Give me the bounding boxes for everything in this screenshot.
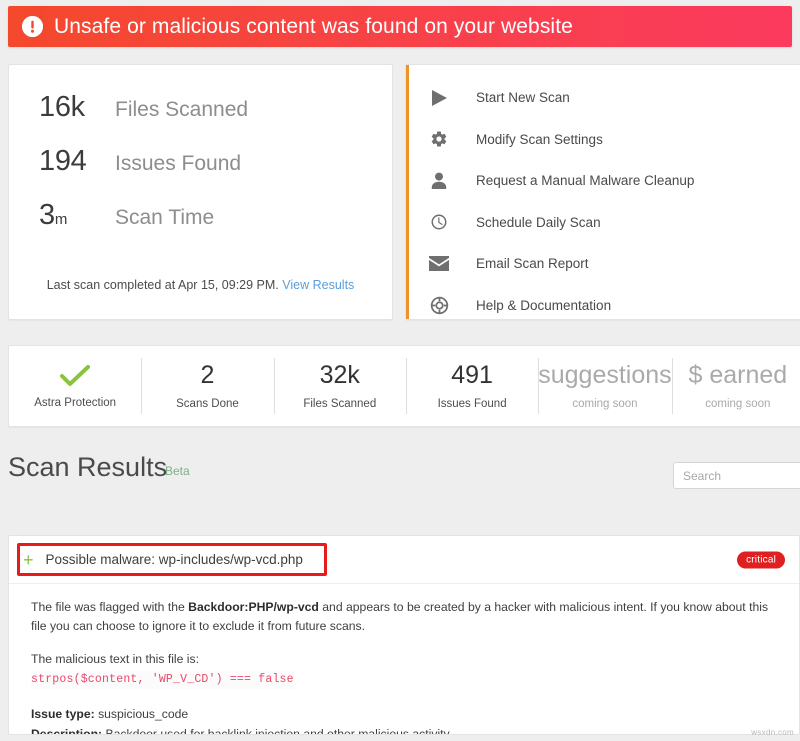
summary-stat-label: Files Scanned: [115, 98, 249, 121]
strip-cell-astra-protection: Astra Protection: [9, 358, 141, 414]
strip-cell-scans-done: 2 Scans Done: [141, 358, 273, 414]
summary-stat-value: 16k: [39, 91, 85, 123]
action-modify-scan-settings[interactable]: Modify Scan Settings: [406, 119, 800, 161]
action-label: Email Scan Report: [476, 256, 589, 272]
clock-icon: [426, 210, 452, 234]
strip-value: $ earned: [688, 360, 788, 389]
strip-cell-issues-found: 491 Issues Found: [405, 358, 538, 414]
summary-stat-label: Issues Found: [115, 152, 242, 175]
strip-label: Files Scanned: [303, 398, 377, 411]
rail-accent-orange: [406, 65, 409, 319]
action-help-documentation[interactable]: Help & Documentation: [406, 285, 800, 320]
action-request-manual-cleanup[interactable]: Request a Manual Malware Cleanup: [406, 160, 800, 202]
summary-stat-value: 3m: [39, 199, 68, 231]
alert-message: Unsafe or malicious content was found on…: [54, 14, 573, 38]
malicious-code-snippet: strpos($content, 'WP_V_CD') === false: [31, 670, 294, 689]
scan-results-card: + Possible malware: wp-includes/wp-vcd.p…: [8, 535, 800, 735]
strip-label: coming soon: [572, 398, 638, 411]
alert-banner: Unsafe or malicious content was found on…: [8, 6, 792, 47]
page-title: Scan Results: [8, 452, 168, 482]
summary-stat-label: Scan Time: [115, 206, 215, 229]
action-label: Schedule Daily Scan: [476, 214, 601, 230]
strip-value: 491: [451, 360, 493, 389]
person-icon: [426, 169, 452, 193]
strip-cell-files-scanned: 32k Files Scanned: [273, 358, 406, 414]
strip-label: Astra Protection: [34, 396, 117, 409]
gear-icon: [426, 127, 452, 151]
malicious-text-intro: The malicious text in this file is:: [31, 651, 199, 666]
action-label: Help & Documentation: [476, 297, 612, 313]
issue-type-line: Issue type: suspicious_code: [31, 705, 777, 724]
envelope-icon: [426, 252, 452, 276]
summary-stat-issues-found: 194 Issues Found: [9, 145, 392, 178]
issue-row[interactable]: + Possible malware: wp-includes/wp-vcd.p…: [9, 536, 799, 584]
view-results-link[interactable]: View Results: [282, 278, 354, 292]
action-start-new-scan[interactable]: Start New Scan: [406, 77, 800, 119]
scan-results-header: Scan Results Beta: [8, 452, 800, 508]
action-label: Request a Manual Malware Cleanup: [476, 173, 695, 189]
last-scan-info: Last scan completed at Apr 15, 09:29 PM.…: [9, 278, 392, 292]
action-label: Modify Scan Settings: [476, 131, 603, 147]
summary-stat-scan-time: 3m Scan Time: [9, 199, 392, 232]
action-label: Start New Scan: [476, 90, 570, 106]
strip-label: Scans Done: [176, 398, 239, 411]
issue-title: Possible malware: wp-includes/wp-vcd.php: [45, 552, 303, 567]
summary-stat-value: 194: [39, 145, 87, 177]
action-schedule-daily-scan[interactable]: Schedule Daily Scan: [406, 202, 800, 244]
expand-issue-icon[interactable]: +: [23, 551, 34, 569]
play-icon: [426, 86, 452, 110]
beta-badge: Beta: [165, 464, 190, 478]
green-check-icon: [9, 364, 141, 388]
strip-value: 2: [200, 360, 215, 389]
strip-cell-suggestions: suggestions coming soon: [538, 358, 672, 414]
summary-stat-files-scanned: 16k Files Scanned: [9, 91, 392, 124]
description-label: Description:: [31, 727, 103, 735]
exclamation-circle-icon: [22, 16, 43, 37]
issue-description: The file was flagged with the Backdoor:P…: [31, 600, 769, 633]
strip-label: Issues Found: [437, 398, 507, 411]
watermark: wsxdn.com: [751, 728, 794, 737]
quick-actions-card: Start New Scan Modify Scan Settings Requ…: [405, 64, 800, 320]
issue-type-value: suspicious_code: [98, 706, 189, 721]
lifebuoy-icon: [426, 293, 452, 317]
strip-value: suggestions: [538, 360, 672, 389]
scan-summary-card: 16k Files Scanned 194 Issues Found 3m Sc…: [8, 64, 393, 320]
stats-strip: Astra Protection 2 Scans Done 32k Files …: [8, 345, 800, 427]
strip-value: 32k: [319, 360, 360, 389]
action-email-scan-report[interactable]: Email Scan Report: [406, 243, 800, 285]
issue-type-label: Issue type:: [31, 706, 95, 721]
search-input[interactable]: [673, 462, 800, 489]
page-root: Unsafe or malicious content was found on…: [0, 0, 800, 741]
strip-cell-earned: $ earned coming soon: [671, 358, 800, 414]
last-scan-text: Last scan completed at Apr 15, 09:29 PM.: [46, 278, 279, 292]
status-badge: critical: [737, 551, 785, 568]
description-value: Backdoor used for backlink injection and…: [105, 727, 453, 735]
issue-signature: Backdoor:PHP/wp-vcd: [188, 600, 319, 614]
strip-label: coming soon: [705, 398, 771, 411]
summary-stat-unit: m: [54, 211, 68, 228]
issue-details: The file was flagged with the Backdoor:P…: [9, 584, 799, 735]
issue-description-line: Description: Backdoor used for backlink …: [31, 725, 777, 735]
